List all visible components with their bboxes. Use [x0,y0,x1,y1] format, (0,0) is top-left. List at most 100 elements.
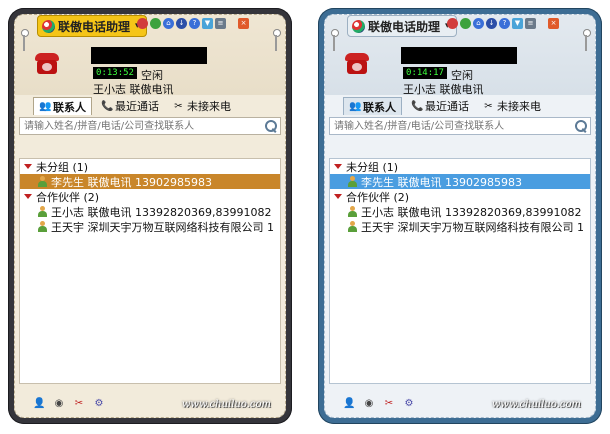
contact-group-header[interactable]: 合作伙伴 (2) [330,189,590,204]
home-icon[interactable]: ⌂ [163,18,174,29]
app-title: 联傲电话助理 [368,19,441,34]
contacts-icon: 👥 [39,101,52,112]
search-box[interactable] [19,117,281,135]
help-icon[interactable]: ? [499,18,510,29]
contact-row[interactable]: 王天宇 深圳天宇万物互联网络科技有限公司 1 [330,219,590,234]
home-icon[interactable]: ⌂ [473,18,484,29]
right-ring-decoration [581,29,591,51]
contact-list[interactable]: 未分组 (1) 李先生 联傲电讯 13902985983 合作伙伴 (2) 王小志 联… [329,158,591,384]
tab-label: 最近通话 [425,100,469,113]
search-icon[interactable] [575,120,587,132]
search-input[interactable] [330,118,590,134]
tab-1[interactable]: 📞 最近通话 [406,97,474,115]
right-ring-decoration [271,29,281,51]
green-status-icon[interactable] [460,18,471,29]
contact-list[interactable]: 未分组 (1) 李先生 联傲电讯 13902985983 合作伙伴 (2) 王小志 联… [19,158,281,384]
recent-calls-icon: 📞 [411,100,424,112]
tab-label: 最近通话 [115,100,159,113]
close-icon[interactable]: × [548,18,559,29]
contacts-icon: 👥 [349,101,362,112]
tab-label: 联系人 [363,100,396,114]
contact-text: 李先生 联傲电讯 13902985983 [361,175,522,189]
contact-text: 王小志 联傲电讯 13392820369,83991082 [361,205,582,219]
filter-icon[interactable]: ▼ [512,18,523,29]
redacted-number [91,47,207,64]
tab-label: 联系人 [53,100,86,114]
group-label: 合作伙伴 (2) [346,190,410,204]
download-icon[interactable]: ↓ [486,18,497,29]
missed-call-icon[interactable]: ✂ [383,398,395,410]
app-title: 联傲电话助理 [58,19,131,34]
download-icon[interactable]: ↓ [176,18,187,29]
tab-bar: 👥 联系人 📞 最近通话 ✂ 未接来电 [325,95,595,115]
expand-arrow-icon[interactable] [24,194,32,199]
redacted-number [401,47,517,64]
missed-call-icon[interactable]: ✂ [73,398,85,410]
red-status-icon[interactable] [447,18,458,29]
group-icon[interactable]: ◉ [53,398,65,410]
tab-label: 未接来电 [187,100,231,113]
green-status-icon[interactable] [150,18,161,29]
app-menu-button[interactable]: 联傲电话助理 ▾ [347,15,457,37]
expand-arrow-icon[interactable] [334,164,342,169]
contact-row[interactable]: 李先生 联傲电讯 13902985983 [20,174,280,189]
tab-0[interactable]: 👥 联系人 [343,97,402,115]
expand-arrow-icon[interactable] [24,164,32,169]
group-label: 未分组 (1) [36,160,89,174]
watermark: www.chuiluo.com [181,399,271,410]
tab-bar: 👥 联系人 📞 最近通话 ✂ 未接来电 [15,95,285,115]
tab-2[interactable]: ✂ 未接来电 [168,97,236,115]
tab-2[interactable]: ✂ 未接来电 [478,97,546,115]
contact-group-header[interactable]: 未分组 (1) [330,159,590,174]
telephone-icon [33,53,61,77]
menu-icon[interactable]: ≡ [215,18,226,29]
search-icon[interactable] [265,120,277,132]
contact-row[interactable]: 李先生 联傲电讯 13902985983 [330,174,590,189]
phone-assistant-window: 联傲电话助理 ▾ ⌂ ↓ ? ▼ ≡ × 0 [318,8,602,424]
tab-0[interactable]: 👥 联系人 [33,97,92,115]
tab-label: 未接来电 [497,100,541,113]
expand-arrow-icon[interactable] [334,194,342,199]
toolbar: ⌂ ↓ ? ▼ ≡ × [137,18,249,29]
group-label: 未分组 (1) [346,160,399,174]
window-body: 联傲电话助理 ▾ ⌂ ↓ ? ▼ ≡ × 0 [14,14,286,418]
window-body: 联傲电话助理 ▾ ⌂ ↓ ? ▼ ≡ × 0 [324,14,596,418]
person-icon [38,176,47,187]
person-icon [348,221,357,232]
app-logo-icon [352,19,365,33]
contact-text: 王小志 联傲电讯 13392820369,83991082 [51,205,272,219]
close-icon[interactable]: × [238,18,249,29]
contact-text: 王天宇 深圳天宇万物互联网络科技有限公司 1 [361,220,584,234]
settings-icon[interactable]: ⚙ [403,398,415,410]
group-icon[interactable]: ◉ [363,398,375,410]
missed-call-icon: ✂ [484,100,493,112]
header: 联傲电话助理 ▾ ⌂ ↓ ? ▼ ≡ × 0 [325,15,595,96]
footer-toolbar: 👤 ◉ ✂ ⚙ www.chuiluo.com [325,391,595,417]
toolbar: ⌂ ↓ ? ▼ ≡ × [447,18,559,29]
settings-icon[interactable]: ⚙ [93,398,105,410]
add-contact-icon[interactable]: 👤 [33,398,45,410]
contact-group-header[interactable]: 合作伙伴 (2) [20,189,280,204]
help-icon[interactable]: ? [189,18,200,29]
contact-group-header[interactable]: 未分组 (1) [20,159,280,174]
search-box[interactable] [329,117,591,135]
call-timer: 0:14:17 [403,67,447,79]
missed-call-icon: ✂ [174,100,183,112]
app-menu-button[interactable]: 联傲电话助理 ▾ [37,15,147,37]
left-ring-decoration [19,29,29,51]
person-icon [348,206,357,217]
header: 联傲电话助理 ▾ ⌂ ↓ ? ▼ ≡ × 0 [15,15,285,96]
tab-1[interactable]: 📞 最近通话 [96,97,164,115]
telephone-icon [343,53,371,77]
contact-row[interactable]: 王天宇 深圳天宇万物互联网络科技有限公司 1 [20,219,280,234]
red-status-icon[interactable] [137,18,148,29]
footer-toolbar: 👤 ◉ ✂ ⚙ www.chuiluo.com [15,391,285,417]
person-icon [348,176,357,187]
add-contact-icon[interactable]: 👤 [343,398,355,410]
contact-text: 王天宇 深圳天宇万物互联网络科技有限公司 1 [51,220,274,234]
filter-icon[interactable]: ▼ [202,18,213,29]
search-input[interactable] [20,118,280,134]
contact-row[interactable]: 王小志 联傲电讯 13392820369,83991082 [20,204,280,219]
menu-icon[interactable]: ≡ [525,18,536,29]
contact-row[interactable]: 王小志 联傲电讯 13392820369,83991082 [330,204,590,219]
